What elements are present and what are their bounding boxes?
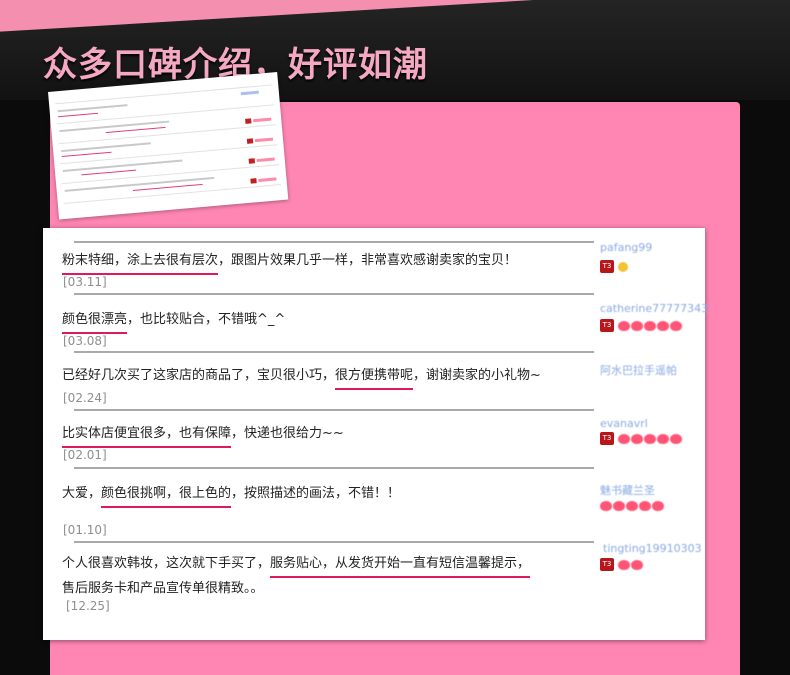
reviewer-name[interactable]: pafang99 bbox=[600, 241, 652, 254]
buyer-rank-icon: T3 bbox=[600, 432, 614, 445]
credit-level bbox=[618, 321, 682, 333]
review-highlight: 服务贴心，从发货开始一直有短信温馨提示， bbox=[270, 553, 531, 578]
review-item: 比实体店便宜很多，也有保障，快递也很给力~~ [02.01] evanavrl … bbox=[62, 409, 686, 469]
review-text: 比实体店便宜很多，也有保障，快递也很给力~~ bbox=[62, 423, 582, 448]
diamond-icon bbox=[644, 434, 656, 444]
buyer-rank-icon: T3 bbox=[600, 558, 614, 571]
review-highlight: 比实体店便宜很多，也有保障 bbox=[62, 423, 232, 448]
diamond-icon bbox=[639, 501, 651, 511]
reviewer-name[interactable]: tingting19910303 bbox=[603, 542, 702, 555]
header-stripe bbox=[0, 0, 790, 34]
divider bbox=[74, 241, 594, 243]
review-item: 颜色很漂亮，也比较贴合，不错哦^_^ [03.08] catherine7777… bbox=[62, 293, 708, 353]
review-text: 颜色很漂亮，也比较贴合，不错哦^_^ bbox=[62, 309, 582, 334]
review-item: 大爱，颜色很挑啊，很上色的，按照描述的画法，不错！！ [01.10] 魅书藏兰圣 bbox=[62, 467, 686, 537]
diamond-icon bbox=[670, 321, 682, 331]
diamond-icon bbox=[626, 501, 638, 511]
review-highlight: 颜色很漂亮 bbox=[62, 309, 128, 334]
credit-level bbox=[618, 434, 682, 446]
review-text-part: ，也比较贴合，不错哦^_^ bbox=[127, 312, 286, 327]
review-item: 粉末特细，涂上去很有层次，跟图片效果几乎一样，非常喜欢感谢卖家的宝贝！ [03.… bbox=[62, 231, 686, 289]
diamond-icon bbox=[657, 434, 669, 444]
buyer-rank-icon: T3 bbox=[600, 319, 614, 332]
review-date: [03.08] bbox=[63, 334, 107, 348]
review-text-part: 个人很喜欢韩妆，这次就下手买了， bbox=[62, 556, 271, 571]
review-list: 粉末特细，涂上去很有层次，跟图片效果几乎一样，非常喜欢感谢卖家的宝贝！ [03.… bbox=[43, 228, 708, 640]
sun-icon bbox=[618, 262, 628, 272]
diamond-icon bbox=[670, 434, 682, 444]
review-text-part: 大爱， bbox=[62, 486, 102, 501]
review-highlight: 粉末特细，涂上去很有层次 bbox=[62, 250, 219, 275]
review-text-part: 已经好几次买了这家店的商品了，宝贝很小巧， bbox=[62, 368, 336, 383]
review-date: [02.24] bbox=[63, 391, 107, 405]
divider bbox=[74, 541, 594, 543]
diamond-icon bbox=[600, 501, 612, 511]
credit-level bbox=[618, 560, 643, 572]
review-text-part: 售后服务卡和产品宣传单很精致。。 bbox=[62, 581, 264, 596]
diamond-icon bbox=[631, 434, 643, 444]
review-thumbnail-preview bbox=[48, 71, 289, 220]
buyer-rank-icon: T3 bbox=[600, 260, 614, 273]
review-text-part: ，按照描述的画法，不错！！ bbox=[231, 486, 401, 501]
diamond-icon bbox=[652, 501, 664, 511]
diamond-icon bbox=[657, 321, 669, 331]
review-highlight: 很方便携带呢 bbox=[335, 365, 414, 390]
review-date: [02.01] bbox=[63, 448, 107, 462]
review-text: 个人很喜欢韩妆，这次就下手买了，服务贴心，从发货开始一直有短信温馨提示， 售后服… bbox=[62, 553, 602, 600]
diamond-icon bbox=[613, 501, 625, 511]
review-item: 已经好几次买了这家店的商品了，宝贝很小巧，很方便携带呢，谢谢卖家的小礼物~ [0… bbox=[62, 351, 686, 411]
review-text: 大爱，颜色很挑啊，很上色的，按照描述的画法，不错！！ bbox=[62, 483, 582, 508]
reviewer-name[interactable]: 阿水巴拉手遥帕 bbox=[600, 362, 677, 378]
divider bbox=[74, 467, 594, 469]
diamond-icon bbox=[618, 560, 630, 570]
review-date: [01.10] bbox=[63, 523, 107, 537]
divider bbox=[74, 351, 594, 353]
divider bbox=[74, 293, 594, 295]
reviewer-name[interactable]: evanavrl bbox=[600, 417, 648, 430]
review-text-part: ，快递也很给力~~ bbox=[231, 426, 344, 441]
diamond-icon bbox=[618, 321, 630, 331]
credit-level bbox=[618, 262, 628, 274]
reviewer-name[interactable]: catherine77777343 bbox=[600, 302, 708, 315]
diamond-icon bbox=[631, 560, 643, 570]
diamond-icon bbox=[618, 434, 630, 444]
credit-level bbox=[600, 501, 664, 513]
review-highlight: 颜色很挑啊，很上色的 bbox=[101, 483, 232, 508]
reviewer-name[interactable]: 魅书藏兰圣 bbox=[600, 482, 655, 498]
review-date: [12.25] bbox=[66, 599, 110, 613]
diamond-icon bbox=[644, 321, 656, 331]
divider bbox=[74, 409, 594, 411]
diamond-icon bbox=[631, 321, 643, 331]
review-date: [03.11] bbox=[63, 275, 107, 289]
review-item: 个人很喜欢韩妆，这次就下手买了，服务贴心，从发货开始一直有短信温馨提示， 售后服… bbox=[62, 541, 702, 629]
review-text: 粉末特细，涂上去很有层次，跟图片效果几乎一样，非常喜欢感谢卖家的宝贝！ bbox=[62, 250, 582, 275]
review-text-part: ，跟图片效果几乎一样，非常喜欢感谢卖家的宝贝！ bbox=[218, 253, 518, 268]
review-text: 已经好几次买了这家店的商品了，宝贝很小巧，很方便携带呢，谢谢卖家的小礼物~ bbox=[62, 365, 582, 390]
review-text-part: ，谢谢卖家的小礼物~ bbox=[413, 368, 541, 383]
